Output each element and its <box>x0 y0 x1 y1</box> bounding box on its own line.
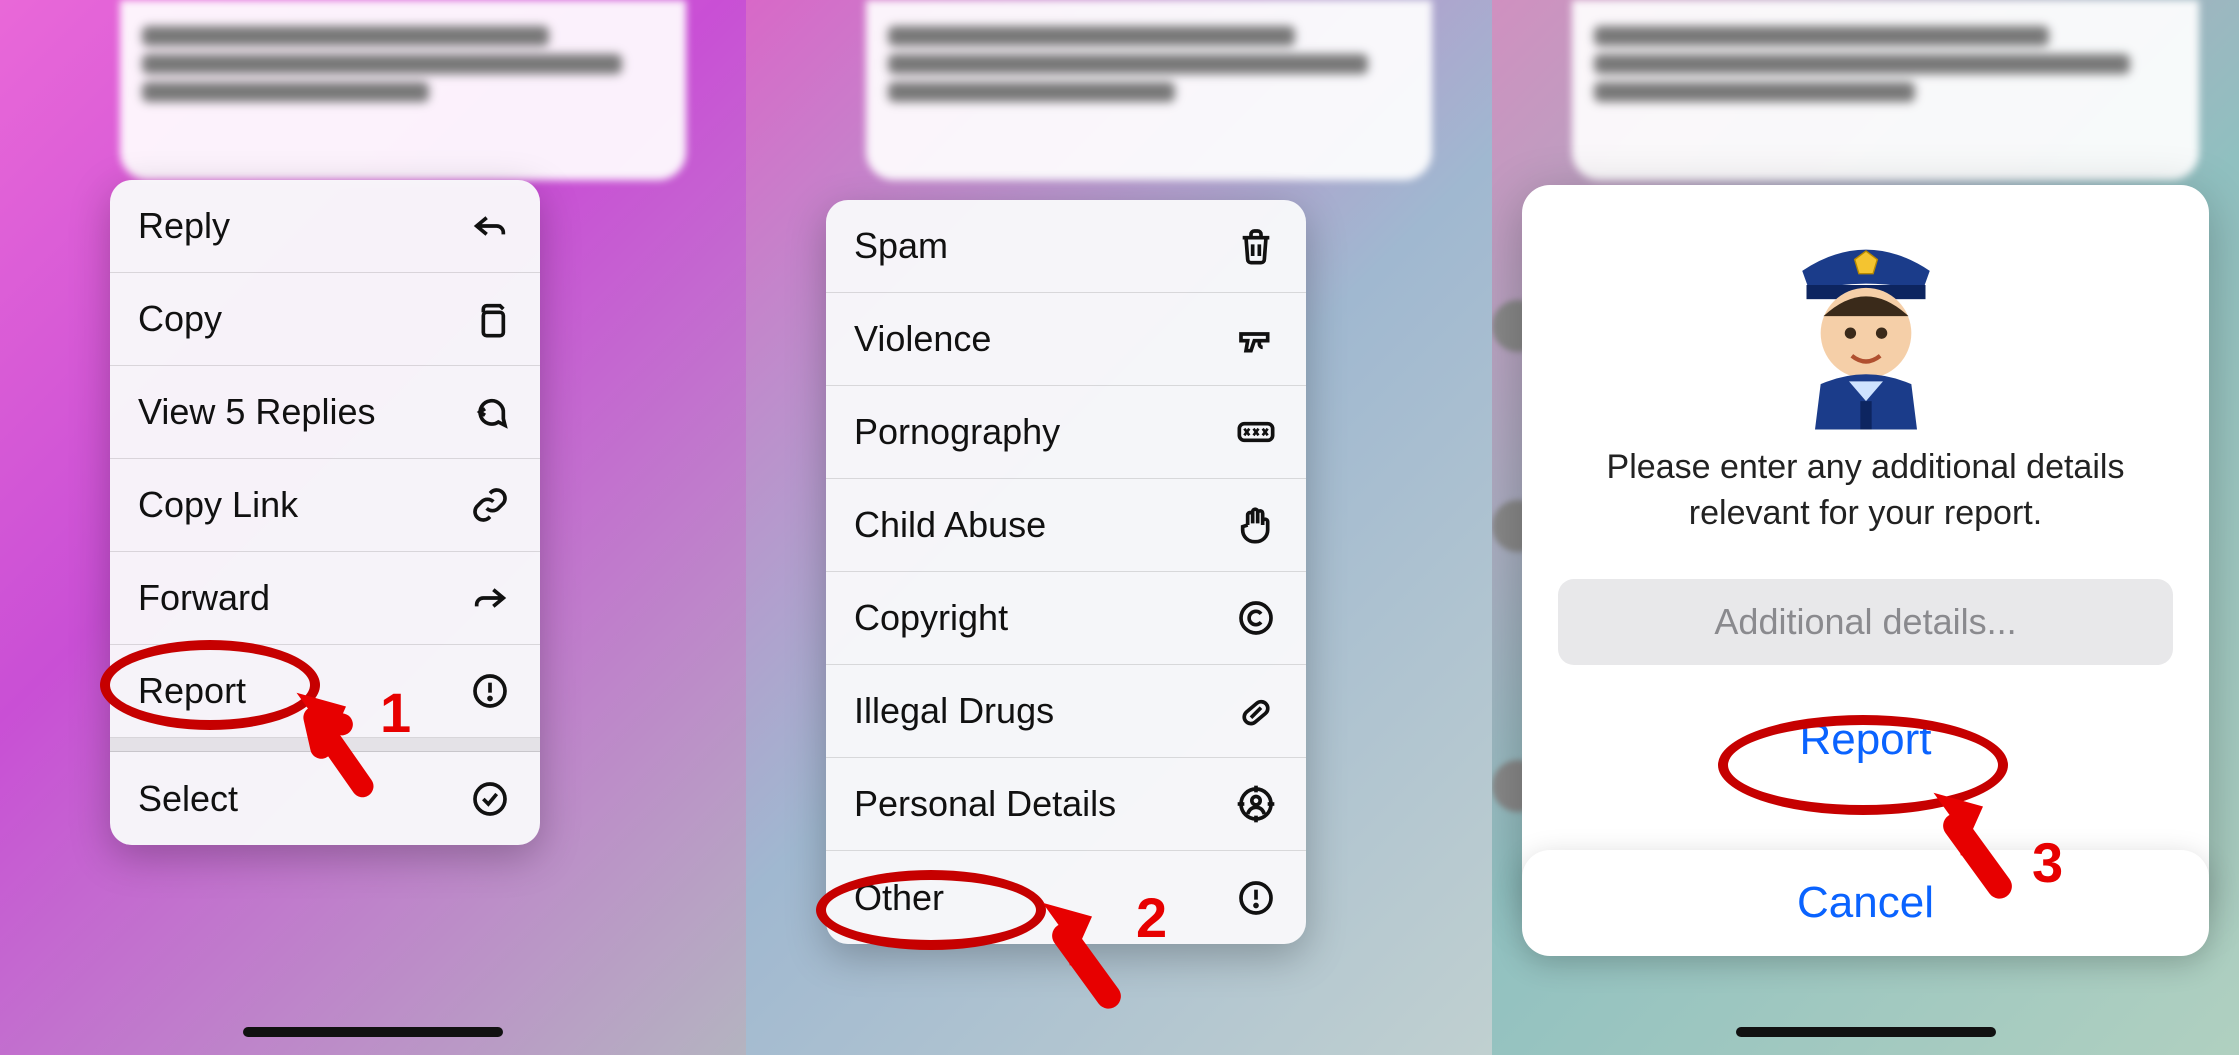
prompt-line2: relevant for your report. <box>1689 494 2042 532</box>
gun-icon <box>1234 317 1278 361</box>
menu-label: Other <box>854 877 944 919</box>
alert-circle-icon <box>468 669 512 713</box>
pill-icon <box>1234 689 1278 733</box>
menu-label: Copy <box>138 298 222 340</box>
copy-icon <box>468 297 512 341</box>
menu-item-child-abuse[interactable]: Child Abuse <box>826 479 1306 572</box>
step3-panel: Please enter any additional details rele… <box>1492 0 2239 1055</box>
trash-icon <box>1234 224 1278 268</box>
menu-item-select[interactable]: Select <box>110 752 540 845</box>
chat-bubble-blurred <box>1572 0 2199 180</box>
menu-item-personal-details[interactable]: Personal Details <box>826 758 1306 851</box>
step1-panel: Reply Copy View 5 Replies Copy Link Forw… <box>0 0 746 1055</box>
check-circle-icon <box>468 777 512 821</box>
report-details-dialog: Please enter any additional details rele… <box>1522 185 2209 905</box>
alert-circle-icon <box>1234 876 1278 920</box>
menu-item-spam[interactable]: Spam <box>826 200 1306 293</box>
replies-bubble-icon <box>468 390 512 434</box>
menu-item-illegal-drugs[interactable]: Illegal Drugs <box>826 665 1306 758</box>
reply-arrow-icon <box>468 204 512 248</box>
dialog-prompt: Please enter any additional details rele… <box>1558 445 2173 537</box>
message-context-menu: Reply Copy View 5 Replies Copy Link Forw… <box>110 180 540 845</box>
forward-arrow-icon <box>468 576 512 620</box>
report-submit-button[interactable]: Report <box>1558 695 2173 785</box>
menu-item-forward[interactable]: Forward <box>110 552 540 645</box>
prompt-line1: Please enter any additional details <box>1607 448 2125 486</box>
menu-label: View 5 Replies <box>138 391 375 433</box>
input-placeholder: Additional details... <box>1714 601 2016 643</box>
menu-item-report[interactable]: Report <box>110 645 540 738</box>
menu-label: Copy Link <box>138 484 298 526</box>
menu-item-pornography[interactable]: Pornography <box>826 386 1306 479</box>
menu-item-other[interactable]: Other <box>826 851 1306 944</box>
menu-label: Spam <box>854 225 948 267</box>
step2-panel: Spam Violence Pornography Child Abuse Co… <box>746 0 1492 1055</box>
cancel-button[interactable]: Cancel <box>1522 850 2209 956</box>
chat-bubble-blurred <box>866 0 1432 180</box>
menu-label: Violence <box>854 318 991 360</box>
xxx-badge-icon <box>1234 410 1278 454</box>
menu-label: Copyright <box>854 597 1008 639</box>
home-indicator <box>243 1027 503 1037</box>
report-reasons-menu: Spam Violence Pornography Child Abuse Co… <box>826 200 1306 944</box>
menu-label: Personal Details <box>854 783 1116 825</box>
copyright-icon <box>1234 596 1278 640</box>
menu-item-reply[interactable]: Reply <box>110 180 540 273</box>
menu-separator <box>110 738 540 752</box>
menu-item-copy[interactable]: Copy <box>110 273 540 366</box>
link-icon <box>468 483 512 527</box>
menu-item-violence[interactable]: Violence <box>826 293 1306 386</box>
menu-label: Pornography <box>854 411 1060 453</box>
menu-item-copy-link[interactable]: Copy Link <box>110 459 540 552</box>
menu-item-view-replies[interactable]: View 5 Replies <box>110 366 540 459</box>
menu-label: Child Abuse <box>854 504 1046 546</box>
police-officer-emoji <box>1781 217 1951 427</box>
home-indicator <box>1736 1027 1996 1037</box>
menu-item-copyright[interactable]: Copyright <box>826 572 1306 665</box>
menu-label: Report <box>138 670 246 712</box>
menu-label: Forward <box>138 577 270 619</box>
menu-label: Reply <box>138 205 230 247</box>
menu-label: Illegal Drugs <box>854 690 1054 732</box>
menu-label: Select <box>138 778 238 820</box>
person-target-icon <box>1234 782 1278 826</box>
hand-icon <box>1234 503 1278 547</box>
additional-details-input[interactable]: Additional details... <box>1558 579 2173 665</box>
chat-bubble-blurred <box>120 0 686 180</box>
